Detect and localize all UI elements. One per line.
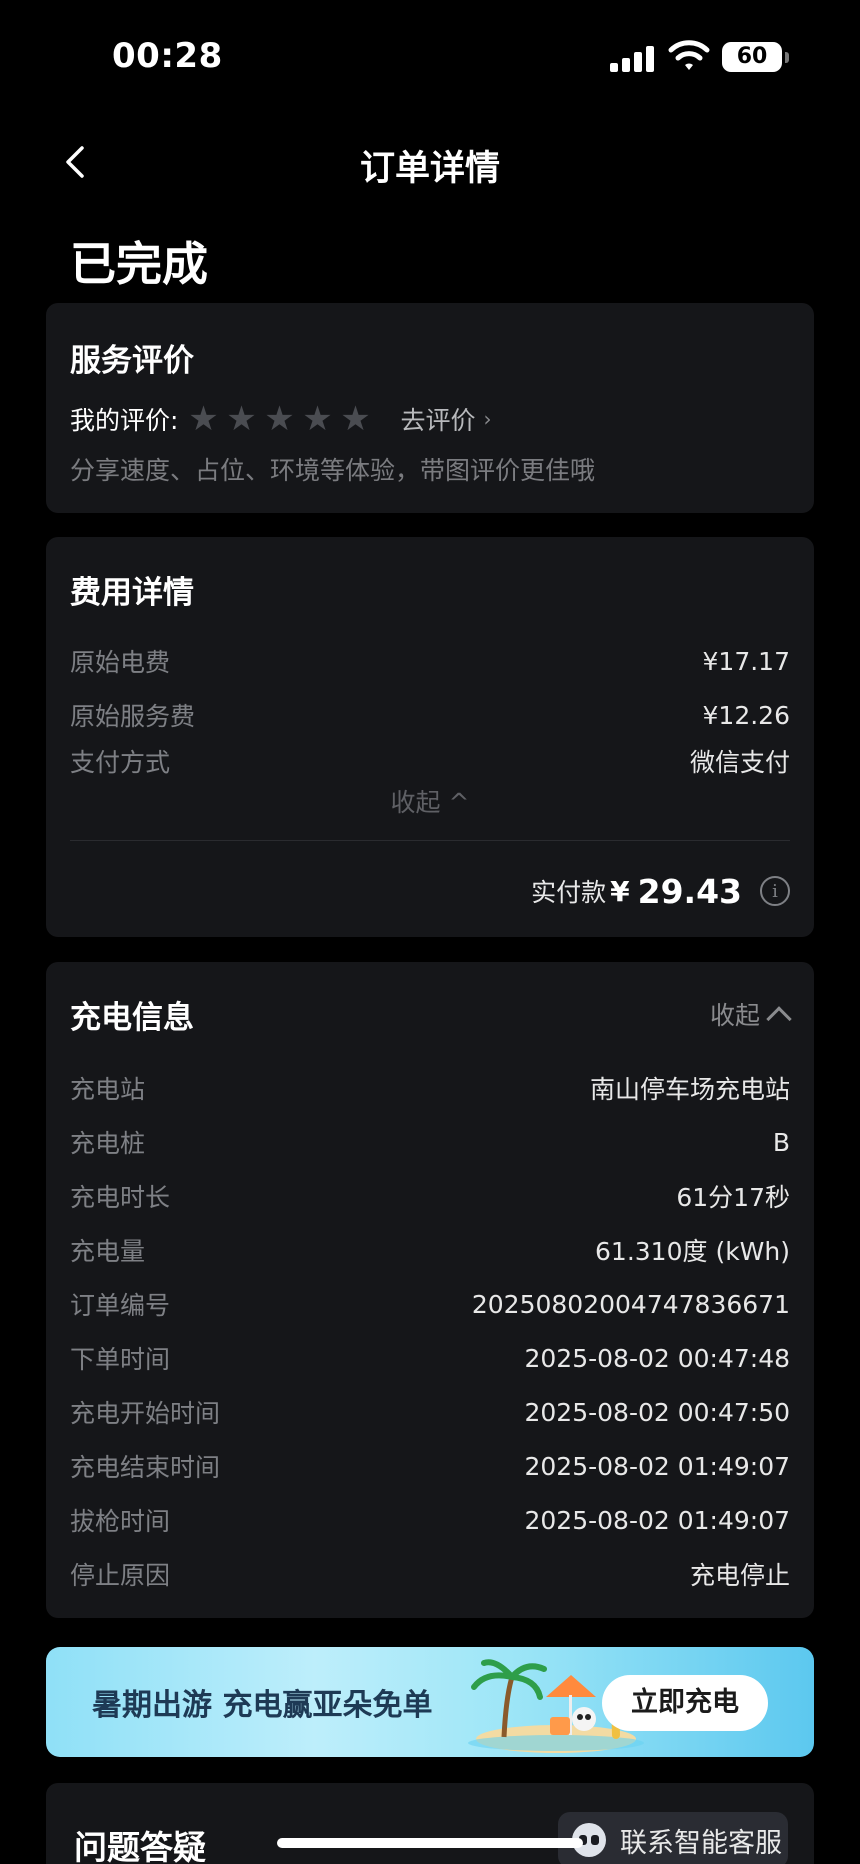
wifi-icon xyxy=(668,40,710,70)
paid-currency: ¥ xyxy=(610,874,630,908)
charge-label: 充电结束时间 xyxy=(70,1453,221,1482)
order-status: 已完成 xyxy=(70,237,208,291)
go-rate-label: 去评价 xyxy=(400,406,476,435)
info-icon[interactable]: i xyxy=(760,876,790,906)
fee-value: ¥17.17 xyxy=(702,646,790,676)
charge-row: 订单编号 20250802004747836671 xyxy=(70,1286,790,1322)
collapse-label: 收起 xyxy=(390,788,441,817)
charge-row: 停止原因 充电停止 xyxy=(70,1556,790,1592)
charge-label: 充电站 xyxy=(70,1075,146,1104)
charge-label: 停止原因 xyxy=(70,1561,171,1590)
charge-label: 拔枪时间 xyxy=(70,1507,171,1536)
charge-label: 订单编号 xyxy=(70,1291,171,1320)
promo-banner[interactable]: 暑期出游 充电赢亚朵免单 立即充电 xyxy=(46,1647,814,1757)
charge-value: 2025-08-02 00:47:48 xyxy=(524,1343,790,1373)
charge-title: 充电信息 xyxy=(70,1000,194,1036)
charge-now-button[interactable]: 立即充电 xyxy=(602,1675,768,1731)
charge-value: 充电停止 xyxy=(689,1561,790,1590)
charge-row: 充电开始时间 2025-08-02 00:47:50 xyxy=(70,1394,790,1430)
battery-icon: 60 xyxy=(722,42,789,72)
page-title: 订单详情 xyxy=(359,149,500,189)
rating-title: 服务评价 xyxy=(70,343,194,379)
star-rating[interactable]: ★ ★ ★ ★ ★ xyxy=(184,402,374,436)
star-icon[interactable]: ★ xyxy=(298,402,336,436)
faq-title: 问题答疑 xyxy=(74,1828,206,1864)
charge-label: 下单时间 xyxy=(70,1345,171,1374)
charge-label: 充电桩 xyxy=(70,1129,146,1158)
my-rating-label: 我的评价: xyxy=(70,406,179,435)
service-rating-card: 服务评价 我的评价: ★ ★ ★ ★ ★ 去评价 › 分享速度、占位、环境等体验… xyxy=(46,303,814,513)
status-bar: 00:28 60 xyxy=(0,0,860,116)
fee-value: ¥12.26 xyxy=(702,700,790,730)
charge-row: 拔枪时间 2025-08-02 01:49:07 xyxy=(70,1502,790,1538)
charge-row: 充电桩 B xyxy=(70,1124,790,1160)
status-time: 00:28 xyxy=(112,36,223,76)
charge-row: 充电时长 61分17秒 xyxy=(70,1178,790,1214)
charge-row: 充电量 61.310度 (kWh) xyxy=(70,1232,790,1268)
go-rate-link[interactable]: 去评价 › xyxy=(400,401,491,437)
charge-row: 充电结束时间 2025-08-02 01:49:07 xyxy=(70,1448,790,1484)
paid-label: 实付款 xyxy=(531,878,607,907)
fee-collapse-button[interactable]: 收起 ^ xyxy=(46,783,814,819)
charge-value: 61.310度 (kWh) xyxy=(595,1237,790,1266)
collapse-label: 收起 xyxy=(709,1001,760,1030)
charge-value: 2025-08-02 01:49:07 xyxy=(524,1505,790,1535)
charge-label: 充电时长 xyxy=(70,1183,171,1212)
star-icon[interactable]: ★ xyxy=(260,402,298,436)
charge-label: 充电量 xyxy=(70,1237,146,1266)
charge-value: 2025-08-02 01:49:07 xyxy=(524,1451,790,1481)
star-icon[interactable]: ★ xyxy=(222,402,260,436)
star-icon[interactable]: ★ xyxy=(184,402,222,436)
fee-row: 支付方式 微信支付 xyxy=(70,743,790,779)
charging-info-card: 充电信息 收起 充电站 南山停车场充电站 充电桩 B 充电时长 61分17秒 充电量 6… xyxy=(46,962,814,1618)
nav-bar: 订单详情 xyxy=(0,116,860,208)
fee-value: 微信支付 xyxy=(689,748,790,777)
fee-row: 原始服务费 ¥12.26 xyxy=(70,697,790,733)
charge-label: 充电开始时间 xyxy=(70,1399,221,1428)
charge-value: 20250802004747836671 xyxy=(471,1289,790,1319)
charge-value: 61分17秒 xyxy=(676,1183,790,1212)
chevron-up-icon: ^ xyxy=(448,788,470,817)
customer-service-button[interactable]: 联系智能客服 xyxy=(558,1812,788,1864)
banner-text: 暑期出游 充电赢亚朵免单 xyxy=(92,1688,433,1723)
rating-row: 我的评价: ★ ★ ★ ★ ★ 去评价 › xyxy=(70,401,491,437)
divider xyxy=(70,840,790,841)
charge-value: 2025-08-02 00:47:50 xyxy=(524,1397,790,1427)
charge-value: B xyxy=(772,1127,790,1157)
chevron-right-icon: › xyxy=(483,407,492,431)
fee-title: 费用详情 xyxy=(70,575,194,611)
charge-row: 充电站 南山停车场充电站 xyxy=(70,1070,790,1106)
fee-label: 原始电费 xyxy=(70,648,171,677)
paid-amount: 29.43 xyxy=(637,871,742,911)
fee-row: 原始电费 ¥17.17 xyxy=(70,643,790,679)
fee-details-card: 费用详情 原始电费 ¥17.17 原始服务费 ¥12.26 支付方式 微信支付 … xyxy=(46,537,814,937)
fee-label: 支付方式 xyxy=(70,748,171,777)
paid-amount-row: 实付款 ¥ 29.43 i xyxy=(531,863,790,919)
fee-label: 原始服务费 xyxy=(70,702,196,731)
cellular-signal-icon xyxy=(610,46,654,72)
star-icon[interactable]: ★ xyxy=(336,402,374,436)
charge-row: 下单时间 2025-08-02 00:47:48 xyxy=(70,1340,790,1376)
home-indicator[interactable] xyxy=(277,1838,583,1848)
customer-service-label: 联系智能客服 xyxy=(620,1827,782,1859)
rating-hint: 分享速度、占位、环境等体验，带图评价更佳哦 xyxy=(70,456,596,485)
charge-value: 南山停车场充电站 xyxy=(589,1075,790,1104)
chevron-up-icon xyxy=(766,1006,792,1032)
charge-collapse-button[interactable]: 收起 xyxy=(709,996,792,1032)
